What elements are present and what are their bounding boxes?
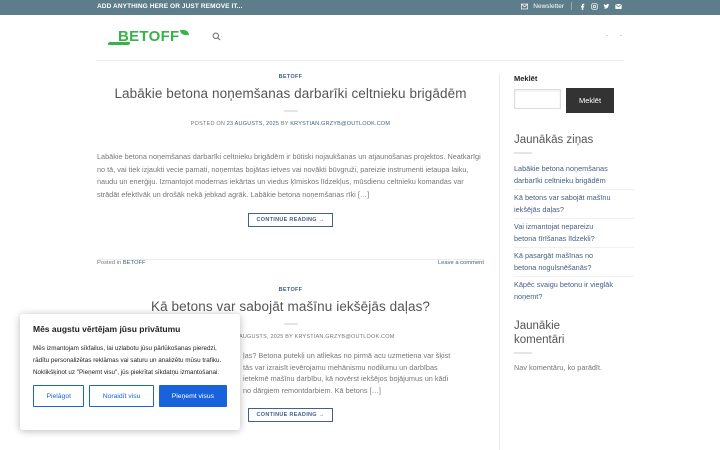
recent-posts-list: Labākie betona noņemšanas darbarīki celtn… xyxy=(514,161,634,305)
header-right-nav: - - xyxy=(606,33,622,39)
post-excerpt-line: ietekmē mašīnu darbību, kā novērst iekšē… xyxy=(243,374,449,383)
post-meta-prefix: POSTED ON xyxy=(190,121,225,127)
recent-post-line: Kā pasargāt mašīnas no xyxy=(514,251,594,260)
top-bar-promo-text: ADD ANYTHING HERE OR JUST REMOVE IT... xyxy=(97,3,243,10)
sidebar-search-label: Meklēt xyxy=(514,74,538,83)
sidebar: Meklēt Meklēt Jaunākās ziņas Labākie bet… xyxy=(514,74,634,372)
logo-leaf-right xyxy=(180,30,189,35)
recent-post-link[interactable]: Kā pasargāt mašīnas no betona nogulsnēšan… xyxy=(514,247,634,276)
recent-post-line: Kā betons var sabojāt mašīnu xyxy=(514,193,611,202)
sidebar-search-button[interactable]: Meklēt xyxy=(566,88,614,113)
top-bar-right: Newsletter xyxy=(521,2,622,10)
post-date-link[interactable]: 23 AUGUSTS, 2025 xyxy=(227,121,279,127)
facebook-icon[interactable] xyxy=(579,3,586,10)
recent-post-line: Labākie betona noņemšanas xyxy=(514,164,608,173)
recent-post-line: betona tīrīšanas līdzekli? xyxy=(514,233,595,243)
posted-in-category-link[interactable]: BETOFF xyxy=(123,260,146,266)
twitter-icon[interactable] xyxy=(603,3,610,10)
post-excerpt-line: tās var izraisīt ievērojamu mehānismu no… xyxy=(243,362,438,372)
header-nav-item[interactable]: - xyxy=(620,33,622,39)
post-meta: POSTED ON 23 AUGUSTS, 2025 BY KRYSTIAN.G… xyxy=(97,121,484,127)
cookie-title: Mēs augstu vērtējam jūsu privātumu xyxy=(33,324,181,334)
header-divider xyxy=(97,60,623,61)
site-header: BETOFF - - xyxy=(0,15,720,61)
envelope-icon[interactable] xyxy=(521,3,529,10)
post-title[interactable]: Labākie betona noņemšanas darbarīki celt… xyxy=(97,86,484,101)
post-category[interactable]: BETOFF xyxy=(97,74,484,80)
recent-post-link[interactable]: Kāpēc svaigu betonu ir vieglāk noņemt? xyxy=(514,276,634,305)
sidebar-search-input[interactable] xyxy=(514,89,561,109)
cookie-consent-banner: Mēs augstu vērtējam jūsu privātumu Mēs i… xyxy=(20,314,240,430)
cookie-customize-button[interactable]: Pielāgot xyxy=(33,385,85,408)
top-bar-separator xyxy=(571,2,572,10)
recent-post-line: darbarīki celtnieku brigādēm xyxy=(514,175,606,185)
cookie-body: Mēs izmantojam sīkfailus, lai uzlabotu j… xyxy=(33,345,222,376)
post-excerpt: Labākie betona noņemšanas darbarīki celt… xyxy=(97,152,481,199)
logo-text: BETOFF xyxy=(118,28,180,45)
sidebar-heading-divider xyxy=(514,352,532,354)
header-nav-item[interactable]: - xyxy=(606,33,608,39)
recent-post-line: Kāpēc svaigu betonu ir vieglāk xyxy=(514,280,613,289)
post-title-divider xyxy=(283,110,298,112)
post-meta-by: BY xyxy=(280,121,289,127)
sidebar-heading-divider xyxy=(514,152,532,154)
continue-reading-button[interactable]: CONTINUE READING → xyxy=(248,408,333,422)
recent-post-line: betona nogulsnēšanās? xyxy=(514,262,592,272)
site-logo[interactable]: BETOFF xyxy=(107,28,189,50)
post-article: BETOFF Labākie betona noņemšanas darbarī… xyxy=(97,74,484,227)
recent-post-line: noņemt? xyxy=(514,291,543,301)
recent-post-line: iekšējās daļas? xyxy=(514,204,564,214)
no-comments-note: Nav komentāru, ko parādīt. xyxy=(514,363,603,372)
leave-comment-link[interactable]: Leave a comment xyxy=(438,260,484,266)
post-footer: Posted in BETOFF Leave a comment xyxy=(97,259,484,266)
posted-in-label: Posted in xyxy=(97,260,122,266)
post-category[interactable]: BETOFF xyxy=(97,287,484,293)
cookie-reject-button[interactable]: Noraidīt visu xyxy=(89,385,154,408)
top-bar: ADD ANYTHING HERE OR JUST REMOVE IT... N… xyxy=(0,0,720,15)
post-author-link[interactable]: KRYSTIAN.GRZYB@OUTLOOK.COM xyxy=(290,121,390,127)
cookie-buttons: Pielāgot Noraidīt visu Pieņemt visus xyxy=(33,385,227,408)
recent-comments-heading-line: Jaunākie xyxy=(514,320,561,332)
post-title-divider xyxy=(283,323,298,325)
post-excerpt-line: ļas? Betona putekļi un atliekas no pirmā… xyxy=(243,351,451,360)
newsletter-link[interactable]: Newsletter xyxy=(533,3,564,10)
sidebar-search-form: Meklēt xyxy=(514,88,634,113)
recent-post-link[interactable]: Vai izmantojat nepareizu betona tīrīšanas… xyxy=(514,218,634,247)
search-icon[interactable] xyxy=(212,32,221,41)
recent-post-link[interactable]: Labākie betona noņemšanas darbarīki celtn… xyxy=(514,161,634,189)
instagram-icon[interactable] xyxy=(591,2,598,10)
post-footer-category: Posted in BETOFF xyxy=(97,260,146,266)
recent-comments-heading: Jaunākie komentāri xyxy=(514,319,634,347)
mail-icon[interactable] xyxy=(615,3,622,10)
recent-posts-heading: Jaunākās ziņas xyxy=(514,134,594,146)
sidebar-divider xyxy=(499,74,500,450)
recent-comments-heading-line: komentāri xyxy=(514,334,565,346)
cookie-accept-button[interactable]: Pieņemt visus xyxy=(158,385,227,408)
recent-post-line: Vai izmantojat nepareizu xyxy=(514,222,594,231)
post-title[interactable]: Kā betons var sabojāt mašīnu iekšējās da… xyxy=(97,299,484,314)
continue-reading-button[interactable]: CONTINUE READING → xyxy=(248,213,333,227)
recent-post-link[interactable]: Kā betons var sabojāt mašīnu iekšējās daļ… xyxy=(514,189,634,218)
post-excerpt-line: no dārgiem remontdarbiem. Kā betons […] xyxy=(243,385,381,395)
